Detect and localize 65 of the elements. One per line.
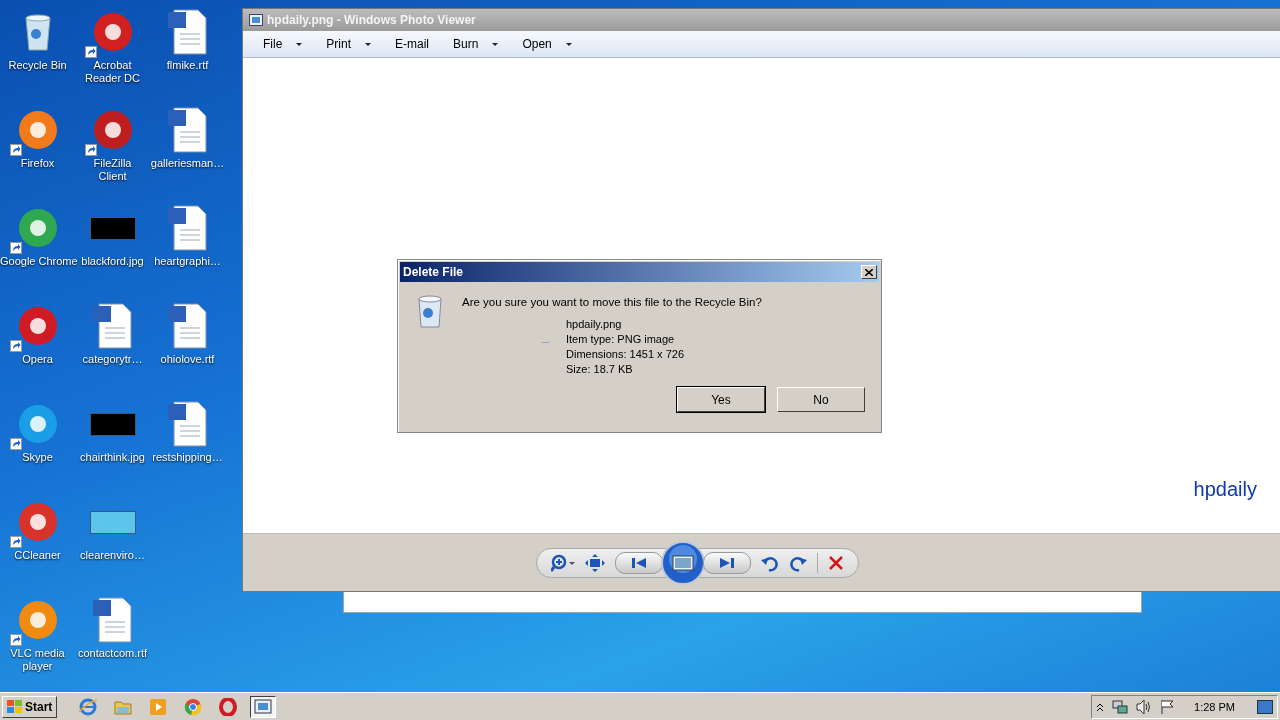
icon-label[interactable]: clearenviro… xyxy=(80,549,145,562)
icon-label[interactable]: VLC media player xyxy=(7,647,68,673)
dialog-button[interactable]: No xyxy=(777,387,865,412)
icon-label[interactable]: heartgraphi… xyxy=(154,255,221,268)
icon-label[interactable]: flmike.rtf xyxy=(166,59,209,72)
menu-button[interactable]: E-mail xyxy=(387,34,438,54)
icon-label[interactable]: Acrobat Reader DC xyxy=(82,59,143,85)
skip-back-icon xyxy=(630,556,647,569)
icon-label[interactable]: chairthink.jpg xyxy=(80,451,145,464)
photo-viewer-icon xyxy=(254,697,273,716)
document-icon xyxy=(165,400,210,448)
document-icon xyxy=(90,302,135,350)
delete-icon[interactable] xyxy=(827,554,844,571)
icon-label[interactable]: CCleaner xyxy=(14,549,61,562)
icon-label[interactable]: contactcom.rtf xyxy=(77,647,148,660)
slideshow-button[interactable] xyxy=(660,540,705,585)
icon-label[interactable]: Firefox xyxy=(20,157,55,170)
icon-label[interactable]: categorytr… xyxy=(82,353,143,366)
fit-window-icon[interactable] xyxy=(584,553,605,572)
volume-icon[interactable] xyxy=(1136,698,1153,715)
image-text: hpdaily xyxy=(1193,478,1257,501)
windows-logo-icon xyxy=(7,699,23,714)
zoom-icon[interactable] xyxy=(550,553,575,572)
menu-button[interactable]: Open xyxy=(514,34,580,54)
icon-label[interactable]: Opera xyxy=(22,353,53,366)
icon-label[interactable]: ohiolove.rtf xyxy=(160,353,215,366)
icon-label[interactable]: galleriesman… xyxy=(150,157,225,170)
close-icon xyxy=(865,268,873,276)
document-icon xyxy=(165,106,210,154)
icon-label[interactable]: FileZilla Client xyxy=(82,157,143,183)
icon-label[interactable]: Skype xyxy=(22,451,53,464)
file-detail: Item type: PNG image xyxy=(566,332,676,347)
dialog-button[interactable]: Yes xyxy=(677,387,765,412)
document-icon xyxy=(165,204,210,252)
menu-button[interactable]: Print xyxy=(318,34,380,54)
next-button[interactable] xyxy=(702,551,751,574)
close-button[interactable] xyxy=(861,265,877,279)
clock[interactable]: 1:28 PM xyxy=(1194,700,1235,713)
icon-label[interactable]: Google Chrome xyxy=(0,255,75,268)
opera-logo-icon xyxy=(219,697,238,716)
document-icon xyxy=(165,8,210,56)
menu-button[interactable]: File xyxy=(255,34,311,54)
network-icon[interactable] xyxy=(1112,698,1129,715)
previous-button[interactable] xyxy=(614,551,663,574)
app-window-icon xyxy=(249,14,263,26)
start-button[interactable]: Start xyxy=(2,695,58,718)
icon-label[interactable]: restshipping… xyxy=(152,451,223,464)
document-icon xyxy=(90,596,135,644)
chrome-logo-icon xyxy=(184,697,203,716)
dialog-title: Delete File xyxy=(403,265,464,279)
dialog-message: Are you sure you want to move this file to the Recycle Bin? xyxy=(462,296,762,308)
media-player-icon xyxy=(149,697,168,716)
show-desktop-icon[interactable] xyxy=(1257,699,1273,714)
file-detail: Size: 18.7 KB xyxy=(566,362,634,377)
taskbar-button[interactable] xyxy=(250,695,277,718)
file-detail: Dimensions: 1451 x 726 xyxy=(566,347,684,362)
window-title: hpdaily.png - Windows Photo Viewer xyxy=(267,13,476,27)
browser-icon xyxy=(79,697,98,716)
icon-label[interactable]: Recycle Bin xyxy=(8,59,67,72)
icon-label[interactable]: blackford.jpg xyxy=(81,255,144,268)
flag-icon[interactable] xyxy=(1160,698,1175,715)
skip-forward-icon xyxy=(718,556,735,569)
file-detail: hpdaily.png xyxy=(566,317,623,332)
menu-button[interactable]: Burn xyxy=(445,34,507,54)
document-icon xyxy=(165,302,210,350)
